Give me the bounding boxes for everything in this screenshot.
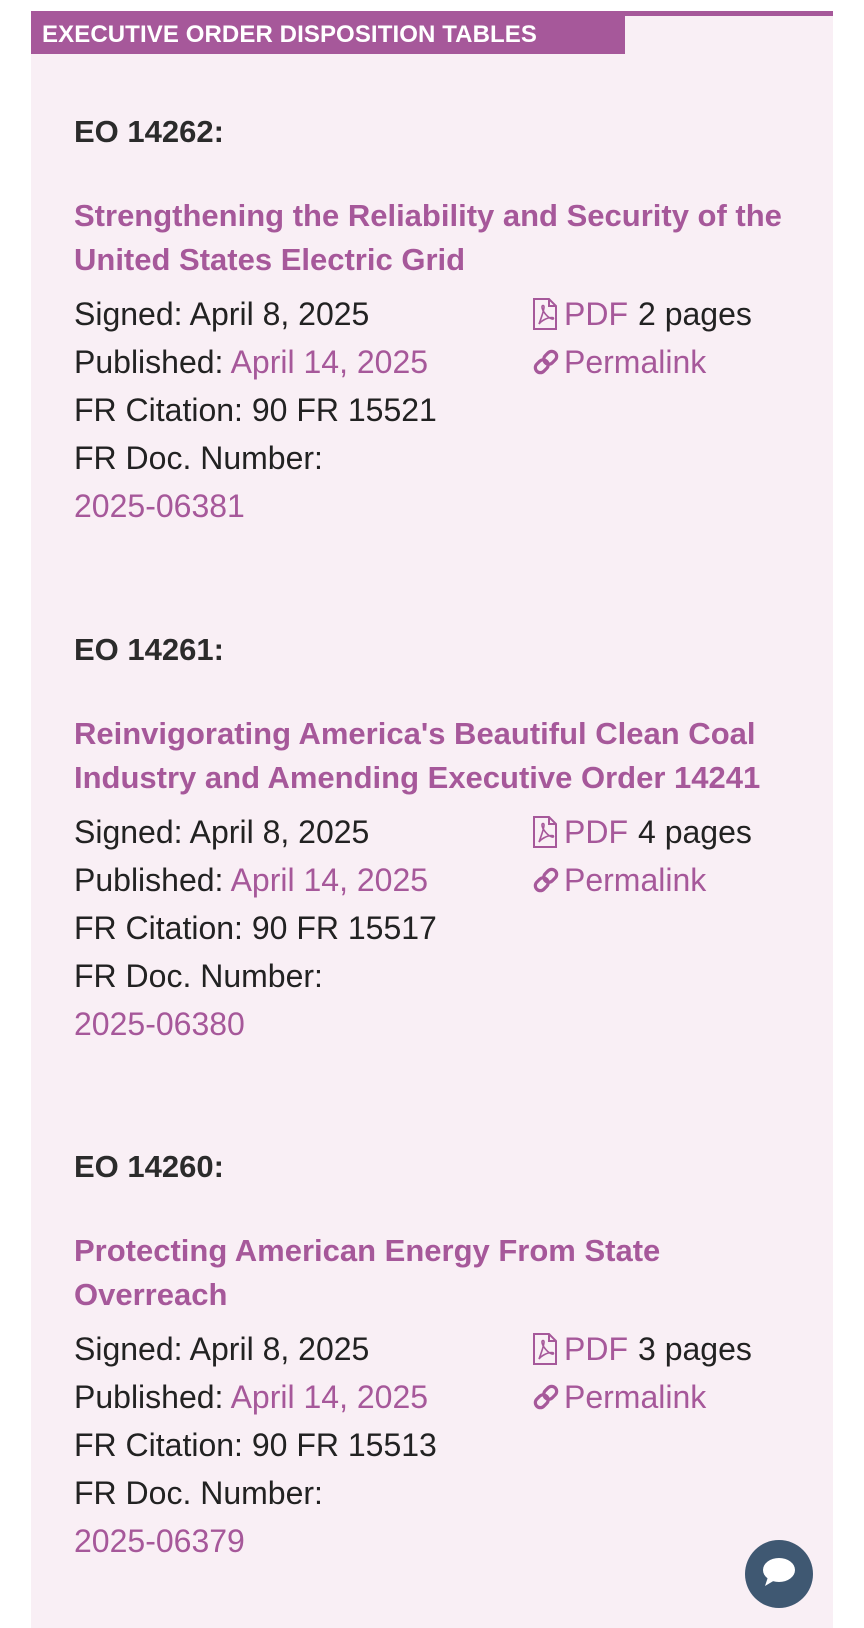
disposition-panel: EXECUTIVE ORDER DISPOSITION TABLES EO 14… xyxy=(31,11,833,1628)
chat-bubble-icon xyxy=(760,1555,798,1594)
eo-number: EO 14262: xyxy=(74,114,224,149)
citation-label: FR Citation: xyxy=(74,910,243,946)
published-label: Published: xyxy=(74,344,224,380)
page-count: 3 pages xyxy=(638,1331,752,1367)
fr-citation: 90 FR 15513 xyxy=(251,1427,437,1463)
order-links: PDF 2 pages Permalink xyxy=(532,290,752,386)
eo-title-link[interactable]: Reinvigorating America's Beautiful Clean… xyxy=(74,712,789,800)
published-label: Published: xyxy=(74,862,224,898)
page-count: 2 pages xyxy=(638,296,752,332)
citation-label: FR Citation: xyxy=(74,1427,243,1463)
signed-label: Signed: xyxy=(74,814,183,850)
pdf-link[interactable]: PDF xyxy=(564,1325,628,1373)
eo-number: EO 14260: xyxy=(74,1149,224,1184)
pdf-file-icon xyxy=(532,1333,558,1365)
doc-number-link[interactable]: 2025-06380 xyxy=(74,1006,245,1042)
permalink-link[interactable]: Permalink xyxy=(564,1373,706,1421)
signed-label: Signed: xyxy=(74,1331,183,1367)
link-icon xyxy=(532,864,559,896)
order-details: Signed: April 8, 2025 Published: April 1… xyxy=(74,290,437,530)
signed-date: April 8, 2025 xyxy=(189,1331,370,1367)
order-details: Signed: April 8, 2025 Published: April 1… xyxy=(74,808,437,1048)
pdf-file-icon xyxy=(532,816,558,848)
pdf-link[interactable]: PDF xyxy=(564,290,628,338)
eo-number: EO 14261: xyxy=(74,632,224,667)
order-links: PDF 4 pages Permalink xyxy=(532,808,752,904)
page-count: 4 pages xyxy=(638,814,752,850)
published-date-link[interactable]: April 14, 2025 xyxy=(231,344,428,380)
citation-label: FR Citation: xyxy=(74,392,243,428)
doc-number-link[interactable]: 2025-06379 xyxy=(74,1523,245,1559)
order-details: Signed: April 8, 2025 Published: April 1… xyxy=(74,1325,437,1565)
doc-number-link[interactable]: 2025-06381 xyxy=(74,488,245,524)
published-label: Published: xyxy=(74,1379,224,1415)
signed-label: Signed: xyxy=(74,296,183,332)
pdf-link[interactable]: PDF xyxy=(564,808,628,856)
signed-date: April 8, 2025 xyxy=(189,296,370,332)
published-date-link[interactable]: April 14, 2025 xyxy=(231,862,428,898)
published-date-link[interactable]: April 14, 2025 xyxy=(231,1379,428,1415)
permalink-link[interactable]: Permalink xyxy=(564,856,706,904)
link-icon xyxy=(532,346,559,378)
order-links: PDF 3 pages Permalink xyxy=(532,1325,752,1421)
doc-number-label: FR Doc. Number: xyxy=(74,440,323,476)
chat-button[interactable] xyxy=(745,1540,813,1608)
fr-citation: 90 FR 15521 xyxy=(251,392,437,428)
doc-number-label: FR Doc. Number: xyxy=(74,958,323,994)
permalink-link[interactable]: Permalink xyxy=(564,338,706,386)
eo-title-link[interactable]: Protecting American Energy From State Ov… xyxy=(74,1229,789,1317)
pdf-file-icon xyxy=(532,298,558,330)
doc-number-label: FR Doc. Number: xyxy=(74,1475,323,1511)
fr-citation: 90 FR 15517 xyxy=(251,910,437,946)
section-header: EXECUTIVE ORDER DISPOSITION TABLES xyxy=(31,15,625,54)
link-icon xyxy=(532,1381,559,1413)
eo-title-link[interactable]: Strengthening the Reliability and Securi… xyxy=(74,194,789,282)
signed-date: April 8, 2025 xyxy=(189,814,370,850)
